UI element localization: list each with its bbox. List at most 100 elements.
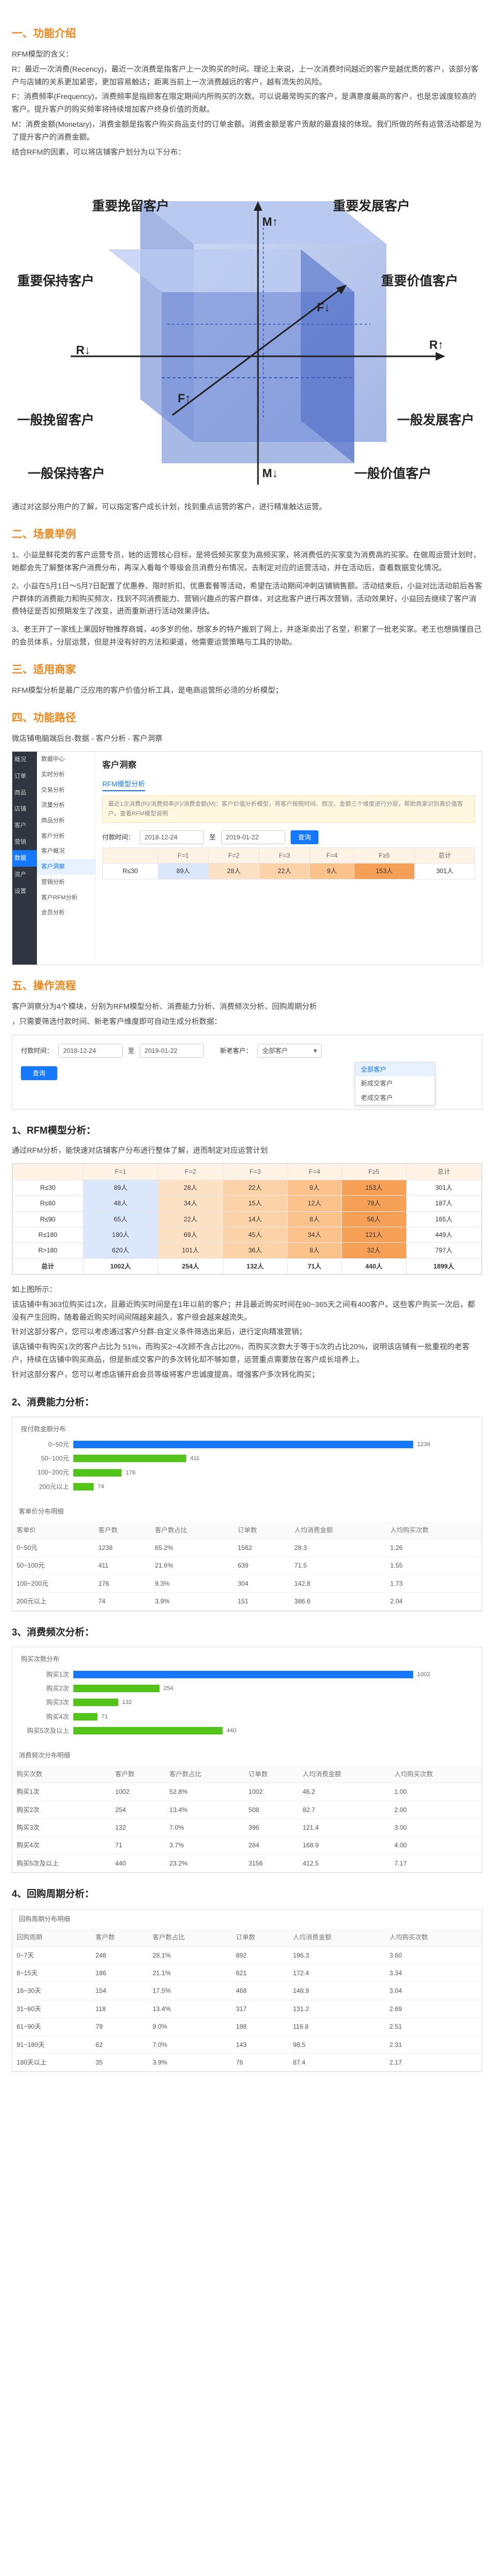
bar-value-label: 1238: [417, 1441, 430, 1448]
date-end-input[interactable]: 2019-01-22: [140, 1043, 204, 1058]
dropdown-option[interactable]: 新成交客户: [355, 1076, 435, 1090]
menu-item[interactable]: 流量分析: [37, 798, 95, 813]
bar-mark: [73, 1482, 94, 1490]
menu-item[interactable]: 交易分析: [37, 783, 95, 798]
date-start-mini[interactable]: 2018-12-24: [140, 830, 204, 844]
dropdown-option[interactable]: 全部客户: [355, 1062, 435, 1077]
rfm-row: R≤30 89人 28人 22人 9人 153人 301人: [12, 1179, 482, 1196]
menu-item[interactable]: 客户RFM分析: [37, 890, 95, 906]
rfm-cell: 69人: [158, 1226, 223, 1243]
table-cell: 7.0%: [165, 1818, 245, 1837]
menu-item[interactable]: 商品分析: [37, 813, 95, 829]
path-text: 微店铺电脑端后台-数据 - 客户分析 - 客户洞察: [12, 733, 163, 743]
cube-after-text: 通过对这部分用户的了解，可以指定客户成长计划，找到重点运营的客户，进行精准触达运…: [12, 502, 326, 511]
table-header-cell: 人均购买次数: [385, 1521, 482, 1539]
table-cell: 61~90天: [12, 2017, 92, 2036]
table-row: 200元以上 74 3.9% 151 386.6 2.04: [12, 1592, 482, 1611]
menu-item[interactable]: 营销分析: [37, 875, 95, 890]
rfm-mini-table: F=1 F=2 F=3 F=4 F≥5 总计 R≤30 89人 28人 22人 …: [102, 847, 476, 880]
bar-track: 132: [73, 1699, 473, 1707]
table-row: 购买3次 132 7.0% 396 121.4 3.00: [12, 1818, 482, 1837]
table-cell: 3156: [244, 1854, 299, 1873]
table-cell: 0~7天: [12, 1946, 92, 1965]
side-item[interactable]: 客户: [12, 817, 37, 834]
bar-category-label: 100~200元: [37, 1469, 69, 1477]
table-cell: 17.5%: [148, 1982, 232, 2000]
page-title: 客户洞察: [102, 761, 137, 770]
table-header-cell: 人均购买次数: [385, 1929, 482, 1947]
date-start-input[interactable]: 2018-12-24: [58, 1043, 123, 1058]
table-cell: 621: [231, 1964, 289, 1983]
side-item[interactable]: 店铺: [12, 801, 37, 817]
table-header-cell: 订单数: [244, 1765, 299, 1784]
table-cell: 100~200元: [12, 1574, 94, 1593]
table-cell: 3.00: [390, 1818, 482, 1837]
table-row: 购买2次 254 13.4% 508 82.7 2.00: [12, 1801, 482, 1820]
rfm-mini-h: F=2: [208, 847, 260, 864]
side-item[interactable]: 资产: [12, 867, 37, 883]
rfm-cube-diagram: 重要挽留客户 重要发展客户 重要保持客户 重要价值客户 一般挽留客户 一般发展客…: [12, 164, 483, 495]
rfm-mini-c: 89人: [157, 863, 209, 880]
menu-item[interactable]: 客户概况: [37, 844, 95, 859]
rfm-header-cell: F≥5: [341, 1164, 407, 1180]
menu-item[interactable]: 数据中心: [37, 752, 95, 767]
consume-frequency-shot: 购买次数分布 购买1次 1002 购买2次 254 购买3次 132 购买4次 71 购买5次及…: [12, 1647, 482, 1874]
rfm-cell: R>180: [12, 1242, 83, 1259]
customer-type-select[interactable]: 全部客户 ▾: [257, 1043, 322, 1058]
table-header-cell: 订单数: [233, 1521, 290, 1539]
query-button-mini[interactable]: 查询: [291, 830, 319, 844]
table-cell: 411: [94, 1556, 151, 1575]
admin-content: 客户洞察 RFM模型分析 最近1次消费(R)/消费频率(F)/消费金额(M)：客…: [96, 752, 482, 965]
dropdown-option[interactable]: 老成交客户: [355, 1091, 435, 1105]
table-row: 61~90天 79 9.0% 198 116.8 2.51: [12, 2017, 482, 2036]
table-cell: 4.00: [390, 1836, 482, 1855]
table-cell: 91~180天: [12, 2036, 92, 2054]
bar-row: 购买4次 71: [21, 1711, 473, 1722]
table-cell: 1562: [233, 1539, 290, 1557]
menu-item[interactable]: 实时分析: [37, 767, 95, 783]
table-cell: 16~30天: [12, 1982, 92, 2000]
table-cell: 317: [231, 2000, 289, 2019]
side-item[interactable]: 营销: [12, 834, 37, 851]
side-item[interactable]: 设置: [12, 883, 37, 900]
tab-rfm[interactable]: RFM模型分析: [102, 778, 146, 791]
table-cell: 46.2: [298, 1783, 390, 1801]
table-header-cell: 客户数占比: [165, 1765, 245, 1784]
bar-track: 254: [73, 1685, 473, 1693]
menu-item[interactable]: 客户洞察: [37, 859, 95, 875]
bar-mark: [73, 1727, 223, 1735]
table-cell: 9.3%: [150, 1574, 234, 1593]
rfm-mini-h: [102, 847, 158, 864]
rfm-analysis-desc: 通过RFM分析，能快速对店铺客户分布进行整体了解，进而制定对应运营计划: [12, 1145, 268, 1155]
table-row: 8~15天 186 21.1% 621 172.4 3.34: [12, 1964, 482, 1983]
side-item[interactable]: 概况: [12, 752, 37, 768]
rfm-header-cell: [12, 1164, 83, 1180]
side-item[interactable]: 数据: [12, 850, 37, 867]
rfm-cell: 8人: [287, 1242, 342, 1259]
table-row: 0~7天 248 28.1% 892 196.3 3.60: [12, 1946, 482, 1965]
query-button[interactable]: 查询: [21, 1066, 58, 1080]
date-end-mini[interactable]: 2019-01-22: [221, 830, 286, 844]
bar-value-label: 71: [101, 1713, 108, 1720]
table-cell: 148.9: [288, 1982, 385, 2000]
bar-category-label: 50~100元: [41, 1455, 69, 1463]
bar-row: 购买1次 1002: [21, 1669, 473, 1680]
customer-type-value: 全部客户: [262, 1046, 288, 1054]
rfm-cell: 121人: [341, 1226, 407, 1243]
table-cell: 0~50元: [12, 1539, 94, 1557]
bar-category-label: 购买1次: [46, 1670, 69, 1678]
bar-category-label: 购买3次: [46, 1699, 69, 1707]
bar-mark: [73, 1455, 186, 1463]
rfm-mini-c: R≤30: [102, 863, 158, 880]
menu-item[interactable]: 客户分析: [37, 829, 95, 844]
label-general-develop: 一般发展客户: [397, 413, 474, 428]
table-row: 0~50元 1238 65.2% 1562 28.3 1.26: [12, 1539, 482, 1557]
bar-track: 440: [73, 1727, 473, 1735]
side-item[interactable]: 订单: [12, 768, 37, 785]
table-cell: 508: [244, 1801, 299, 1820]
table-cell: 31~60天: [12, 2000, 92, 2019]
side-item[interactable]: 商品: [12, 785, 37, 801]
menu-item[interactable]: 会员分析: [37, 905, 95, 921]
table-cell: 9.0%: [148, 2017, 232, 2036]
table-header-cell: 客户数占比: [148, 1929, 232, 1947]
